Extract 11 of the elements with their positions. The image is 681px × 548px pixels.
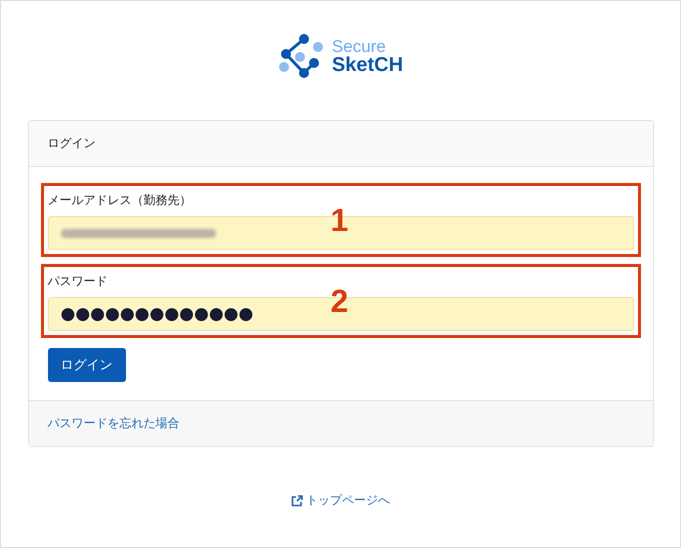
forgot-password-link[interactable]: パスワードを忘れた場合 bbox=[48, 415, 180, 432]
card-title: ログイン bbox=[48, 135, 96, 152]
logo-text: Secure bbox=[332, 37, 387, 56]
field-label: メールアドレス（勤務先） bbox=[48, 192, 192, 209]
logo-text: SketCH bbox=[332, 56, 404, 75]
login-button[interactable]: ログイン bbox=[48, 348, 126, 382]
logo-icon bbox=[278, 33, 324, 79]
field-label: パスワード bbox=[48, 273, 108, 290]
callout-number: 1 bbox=[330, 204, 348, 236]
external-link-icon bbox=[291, 494, 303, 506]
top-page-link[interactable]: トップページへ bbox=[291, 492, 390, 509]
